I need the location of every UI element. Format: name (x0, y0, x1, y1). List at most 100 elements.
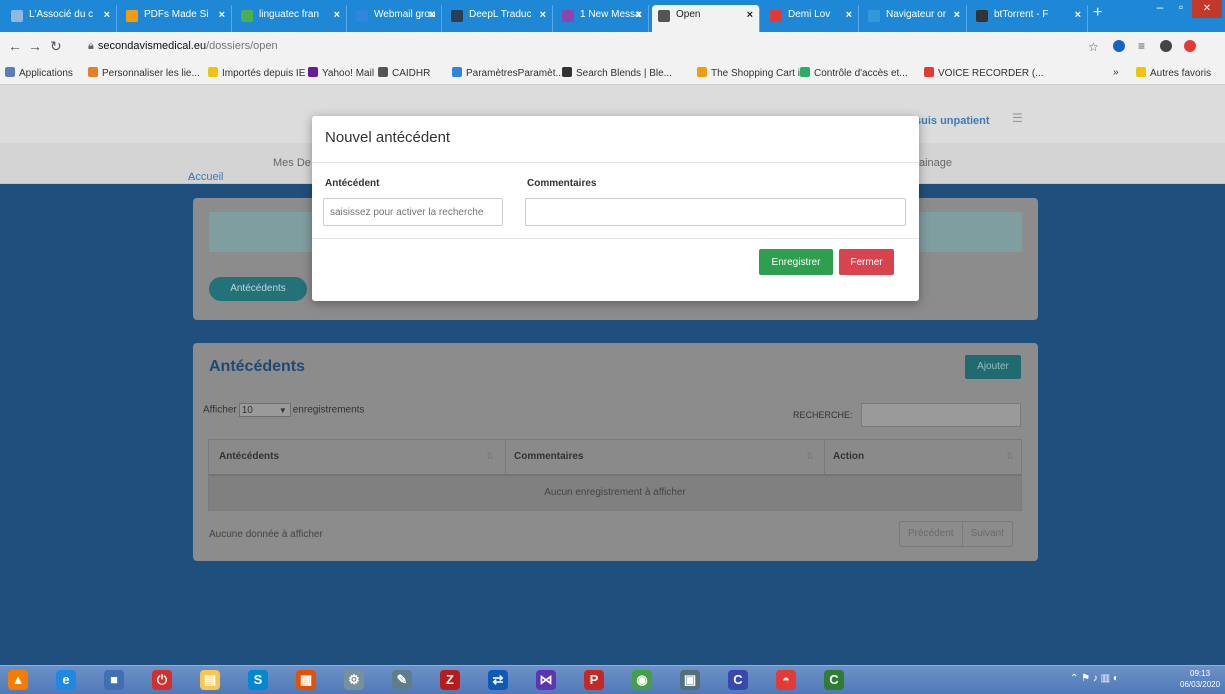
add-button[interactable]: Ajouter (965, 355, 1021, 379)
bookmark-icon (924, 67, 934, 77)
p-icon[interactable]: P (584, 670, 604, 690)
browser-tab[interactable]: L'Associé du c × (5, 5, 117, 32)
close-button[interactable]: Fermer (839, 249, 894, 275)
antecedent-search-input[interactable] (323, 198, 503, 226)
antecedents-table: Antécédents ⇅ Commentaires ⇅ Action ⇅ Au… (208, 439, 1022, 511)
teamviewer-icon[interactable]: ⇄ (488, 670, 508, 690)
tab-favicon-icon (126, 10, 138, 22)
patient-link[interactable]: suis unpatient (915, 115, 990, 127)
star-icon[interactable]: ☆ (1088, 40, 1099, 54)
clock[interactable]: 09:13 06/03/2020 (1180, 668, 1220, 690)
bookmark-item[interactable]: Search Blends | Ble... (562, 67, 672, 79)
forward-icon[interactable]: → (28, 38, 42, 54)
tab-close-icon[interactable]: × (747, 9, 753, 21)
doc-icon[interactable]: ▣ (680, 670, 700, 690)
bookmark-item[interactable]: The Shopping Cart i... (697, 67, 808, 79)
tab-favicon-icon (976, 10, 988, 22)
tab-close-icon[interactable]: × (334, 9, 340, 21)
browser-tab[interactable]: btTorrent - F × (970, 5, 1088, 32)
prev-button[interactable]: Précédent (900, 522, 962, 546)
profile-icon[interactable] (1160, 40, 1172, 52)
ie-icon[interactable]: e (56, 670, 76, 690)
bookmark-item[interactable]: VOICE RECORDER (... (924, 67, 1044, 79)
bookmark-label: Contrôle d'accès et... (814, 68, 908, 79)
next-button[interactable]: Suivant (961, 522, 1012, 546)
minimize-icon[interactable]: – (1148, 0, 1172, 18)
filezilla-icon[interactable]: Z (440, 670, 460, 690)
menu-icon[interactable]: ☰ (1012, 111, 1023, 125)
save-button[interactable]: Enregistrer (759, 249, 833, 275)
browser-tab[interactable]: 1 New Messa × (556, 5, 649, 32)
page-size-select[interactable]: 10 ▼ (238, 403, 291, 417)
clock-date: 06/03/2020 (1180, 680, 1221, 689)
app-icon[interactable]: ■ (104, 670, 124, 690)
tab-close-icon[interactable]: × (540, 9, 546, 21)
app2-icon[interactable]: ◓ (776, 670, 796, 690)
search-input[interactable] (861, 403, 1021, 427)
network-icon[interactable]: ⚙ (344, 670, 364, 690)
tab-favicon-icon (868, 10, 880, 22)
pen-icon[interactable]: ✎ (392, 670, 412, 690)
col-action[interactable]: Action (833, 451, 864, 462)
nav-dossiers[interactable]: Mes De (273, 157, 311, 169)
url-field[interactable]: 🔒︎ secondavismedical.eu/dossiers/open (88, 36, 1078, 56)
c-icon[interactable]: C (728, 670, 748, 690)
comment-input[interactable] (525, 198, 906, 226)
browser-tab-strip: L'Associé du c × PDFs Made Si × linguatec fr… (0, 0, 1225, 32)
bookmark-item[interactable]: Importés depuis IE (208, 67, 305, 79)
back-icon[interactable]: ← (8, 38, 22, 54)
folder-icon[interactable]: ▤ (200, 670, 220, 690)
show-prefix: Afficher (203, 404, 237, 416)
browser-tab[interactable]: Navigateur or × (862, 5, 967, 32)
bookmark-item[interactable]: Contrôle d'accès et... (800, 67, 908, 79)
sort-icon[interactable]: ⇅ (1006, 451, 1014, 462)
skype-icon[interactable]: S (248, 670, 268, 690)
tab-close-icon[interactable]: × (104, 9, 110, 21)
col-commentaires[interactable]: Commentaires (514, 451, 583, 462)
new-tab-button[interactable]: + (1093, 4, 1102, 22)
vs-icon[interactable]: ⋈ (536, 670, 556, 690)
bookmark-item[interactable]: Personnaliser les lie... (88, 67, 200, 79)
window-close-icon[interactable]: ✕ (1192, 0, 1222, 18)
bookmark-icon (208, 67, 218, 77)
extension-icon[interactable] (1113, 40, 1125, 52)
bookmark-item[interactable]: Yahoo! Mail (308, 67, 374, 79)
browser-tab[interactable]: Demi Lov × (764, 5, 859, 32)
system-tray[interactable]: ⌃ ⚑ ♪ ▥ ◐ (1070, 673, 1119, 684)
maximize-icon[interactable]: ▫ (1170, 0, 1192, 18)
vlc-icon[interactable]: ▲ (8, 670, 28, 690)
browser-tab[interactable]: DeepL Traduc × (445, 5, 553, 32)
bookmark-item[interactable]: Applications (5, 67, 73, 79)
tab-close-icon[interactable]: × (219, 9, 225, 21)
reader-icon[interactable]: ≡ (1138, 39, 1145, 53)
calendar-icon[interactable]: ▦ (296, 670, 316, 690)
bookmark-item[interactable]: ParamètresParamèt... (452, 67, 564, 79)
column-divider (505, 440, 506, 474)
bookmark-item[interactable]: CAIDHR (378, 67, 430, 79)
nav-home-label: Accueil (188, 171, 224, 183)
tab-close-icon[interactable]: × (1075, 9, 1081, 21)
chrome-icon[interactable]: ◉ (632, 670, 652, 690)
opera-icon[interactable] (1184, 40, 1196, 52)
tab-close-icon[interactable]: × (846, 9, 852, 21)
reload-icon[interactable]: ↻ (50, 38, 62, 55)
search-label: RECHERCHE: (793, 410, 853, 420)
tab-close-icon[interactable]: × (954, 9, 960, 21)
antecedents-pill[interactable]: Antécédents (209, 277, 307, 301)
col-antecedents[interactable]: Antécédents (219, 451, 279, 462)
browser-tab[interactable]: linguatec fran × (235, 5, 347, 32)
browser-tab[interactable]: Open × (652, 5, 760, 32)
nav-right-item[interactable]: ainage (919, 157, 952, 169)
browser-tab[interactable]: PDFs Made Si × (120, 5, 232, 32)
app3-icon[interactable]: C (824, 670, 844, 690)
bookmarks-overflow-icon[interactable]: » (1113, 67, 1119, 78)
tab-close-icon[interactable]: × (429, 9, 435, 21)
power-icon[interactable]: ⏻ (152, 670, 172, 690)
sort-icon[interactable]: ⇅ (806, 451, 814, 462)
url-path: /dossiers/open (206, 40, 278, 52)
bookmark-icon (562, 67, 572, 77)
sort-icon[interactable]: ⇅ (486, 451, 494, 462)
tab-close-icon[interactable]: × (636, 9, 642, 21)
browser-tab[interactable]: Webmail grou × (350, 5, 442, 32)
other-bookmarks[interactable]: Autres favoris (1136, 67, 1211, 79)
